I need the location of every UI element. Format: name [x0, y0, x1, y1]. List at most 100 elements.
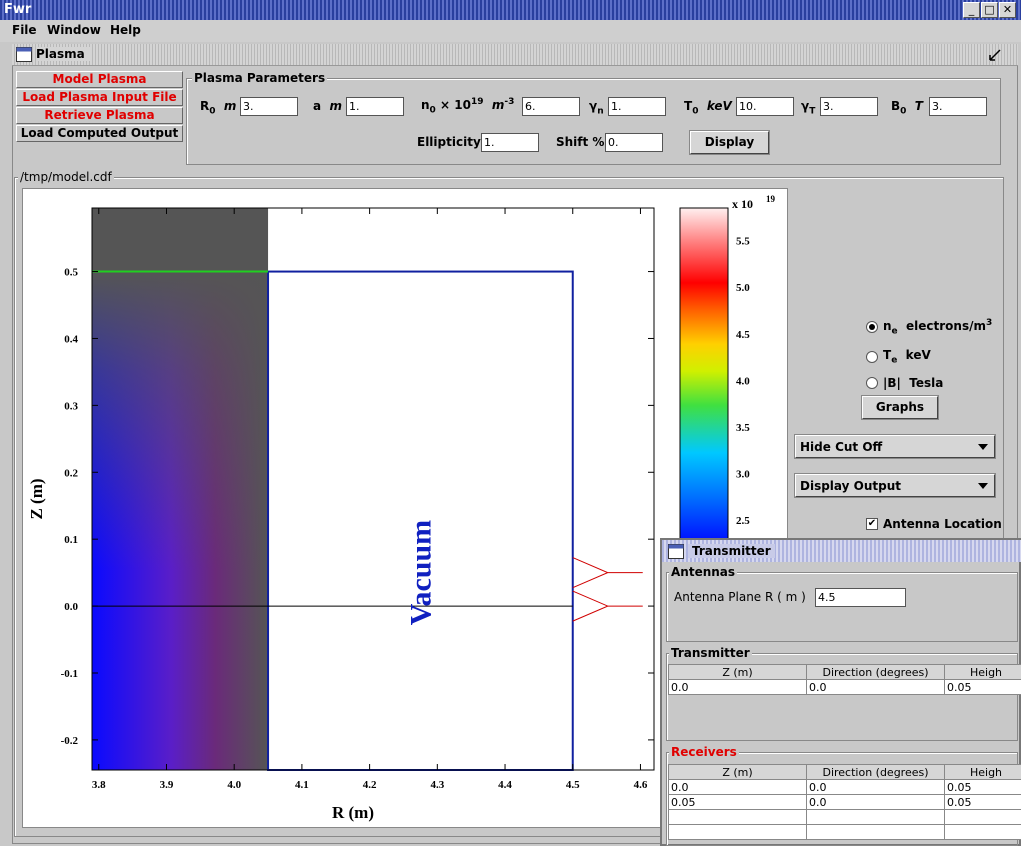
cutoff-select-value: Hide Cut Off: [800, 440, 883, 454]
cell-height[interactable]: 0.05: [944, 679, 1021, 695]
vacuum-label: Vacuum: [404, 520, 437, 626]
table-row[interactable]: 0.0 0.0 0.05: [668, 779, 1021, 795]
minimize-icon[interactable]: _: [963, 2, 980, 18]
a-input[interactable]: [346, 97, 404, 116]
column-height[interactable]: Heigh: [944, 764, 1021, 780]
radio-b[interactable]: [866, 377, 878, 389]
cell-height[interactable]: 0.05: [944, 779, 1021, 795]
table-row-empty[interactable]: [668, 824, 1021, 840]
chevron-down-icon: [978, 444, 988, 450]
cell-direction[interactable]: 0.0: [806, 679, 945, 695]
close-icon[interactable]: ✕: [999, 2, 1016, 18]
frame-icon: [668, 544, 684, 559]
colorbar: [679, 207, 729, 549]
gamma-t-input[interactable]: [820, 97, 878, 116]
radio-b-label: |B| Tesla: [883, 376, 944, 390]
cutoff-select[interactable]: Hide Cut Off: [794, 434, 996, 459]
restore-icon[interactable]: [988, 48, 1002, 62]
menu-file[interactable]: File: [12, 23, 37, 37]
colorbar-tick-label: 4.0: [736, 375, 750, 387]
cell-z[interactable]: 0.0: [668, 679, 807, 695]
antenna-plane-input[interactable]: [815, 588, 906, 607]
colorbar-multiplier: x 10: [732, 197, 753, 211]
b0-input[interactable]: [929, 97, 987, 116]
colorbar-tick-label: 5.0: [736, 282, 750, 294]
app-titlebar: Fwr _ □ ✕: [0, 0, 1021, 20]
tab-load-computed-output[interactable]: Load Computed Output: [16, 125, 183, 142]
tab-load-plasma-input[interactable]: Load Plasma Input File: [16, 89, 183, 106]
cell-height[interactable]: 0.05: [944, 794, 1021, 810]
receivers-title: Receivers: [669, 745, 739, 759]
column-direction[interactable]: Direction (degrees): [806, 764, 945, 780]
colorbar-tick-label: 3.0: [736, 468, 750, 480]
r0-label: R0 m: [200, 99, 237, 117]
table-row-empty[interactable]: [668, 809, 1021, 825]
cell-z[interactable]: 0.0: [668, 779, 807, 795]
x-tick-label: 4.1: [295, 779, 309, 791]
y-tick-label: 0.2: [64, 467, 78, 479]
table-row[interactable]: 0.0 0.0 0.05: [668, 679, 1021, 695]
frame-icon: [16, 47, 32, 62]
cell-z[interactable]: 0.05: [668, 794, 807, 810]
graphs-button[interactable]: Graphs: [861, 395, 939, 420]
output-select-value: Display Output: [800, 479, 901, 493]
column-z[interactable]: Z (m): [668, 664, 807, 680]
x-tick-label: 4.0: [227, 779, 241, 791]
ellipticity-label: Ellipticity: [417, 135, 481, 149]
b0-label: B0 T: [891, 99, 923, 117]
menu-help[interactable]: Help: [110, 23, 141, 37]
menu-bar: File Window Help: [0, 20, 1021, 42]
t0-input[interactable]: [736, 97, 794, 116]
column-z[interactable]: Z (m): [668, 764, 807, 780]
table-row[interactable]: 0.05 0.0 0.05: [668, 794, 1021, 810]
table-header: Z (m) Direction (degrees) Heigh: [668, 764, 1021, 780]
n0-input[interactable]: [522, 97, 580, 116]
plasma-frame-title: Plasma: [36, 47, 91, 61]
tab-retrieve-plasma[interactable]: Retrieve Plasma: [16, 107, 183, 124]
shift-label: Shift %: [556, 135, 605, 149]
x-tick-label: 4.3: [430, 779, 444, 791]
x-tick-label: 4.6: [634, 779, 648, 791]
transmitter-titlebar[interactable]: Transmitter: [662, 540, 1021, 562]
radio-te-label: Te keV: [883, 348, 931, 366]
y-tick-label: 0.5: [64, 267, 78, 279]
y-tick-label: -0.1: [61, 668, 78, 680]
colorbar-exponent: 19: [766, 194, 776, 204]
receivers-table[interactable]: Z (m) Direction (degrees) Heigh 0.0 0.0 …: [668, 764, 1021, 840]
r0-input[interactable]: [240, 97, 298, 116]
x-tick-label: 3.8: [92, 779, 106, 791]
x-tick-label: 4.4: [498, 779, 512, 791]
display-button[interactable]: Display: [689, 130, 770, 155]
column-height[interactable]: Heigh: [944, 664, 1021, 680]
transmitter-table[interactable]: Z (m) Direction (degrees) Heigh 0.0 0.0 …: [668, 664, 1021, 695]
output-select[interactable]: Display Output: [794, 473, 996, 498]
y-tick-label: 0.4: [64, 333, 78, 345]
menu-window[interactable]: Window: [47, 23, 101, 37]
x-tick-label: 4.5: [566, 779, 580, 791]
plasma-parameters-group: [186, 78, 1001, 165]
colorbar-tick-label: 2.5: [736, 515, 750, 527]
gamma-n-input[interactable]: [608, 97, 666, 116]
ellipticity-input[interactable]: [481, 133, 539, 152]
column-direction[interactable]: Direction (degrees): [806, 664, 945, 680]
plot-group-title: /tmp/model.cdf: [18, 170, 114, 184]
cell-direction[interactable]: 0.0: [806, 779, 945, 795]
colorbar-tick-label: 3.5: [736, 422, 750, 434]
app-title: Fwr: [4, 2, 32, 17]
chevron-down-icon: [978, 483, 988, 489]
gamma-n-label: γn: [589, 99, 604, 117]
transmitter-section-title: Transmitter: [669, 646, 752, 660]
x-axis-label: R (m): [332, 803, 374, 822]
antenna-location-checkbox[interactable]: ✔: [866, 518, 878, 530]
y-axis-label: Z (m): [27, 478, 46, 519]
plasma-frame-titlebar[interactable]: Plasma: [12, 44, 1018, 66]
shift-input[interactable]: [605, 133, 663, 152]
y-tick-label: 0.3: [64, 400, 78, 412]
radio-te[interactable]: [866, 351, 878, 363]
colorbar-tick-label: 4.5: [736, 329, 750, 341]
antennas-title: Antennas: [669, 565, 738, 579]
tab-model-plasma[interactable]: Model Plasma: [16, 71, 183, 88]
radio-ne[interactable]: [866, 321, 878, 333]
cell-direction[interactable]: 0.0: [806, 794, 945, 810]
maximize-icon[interactable]: □: [981, 2, 998, 18]
